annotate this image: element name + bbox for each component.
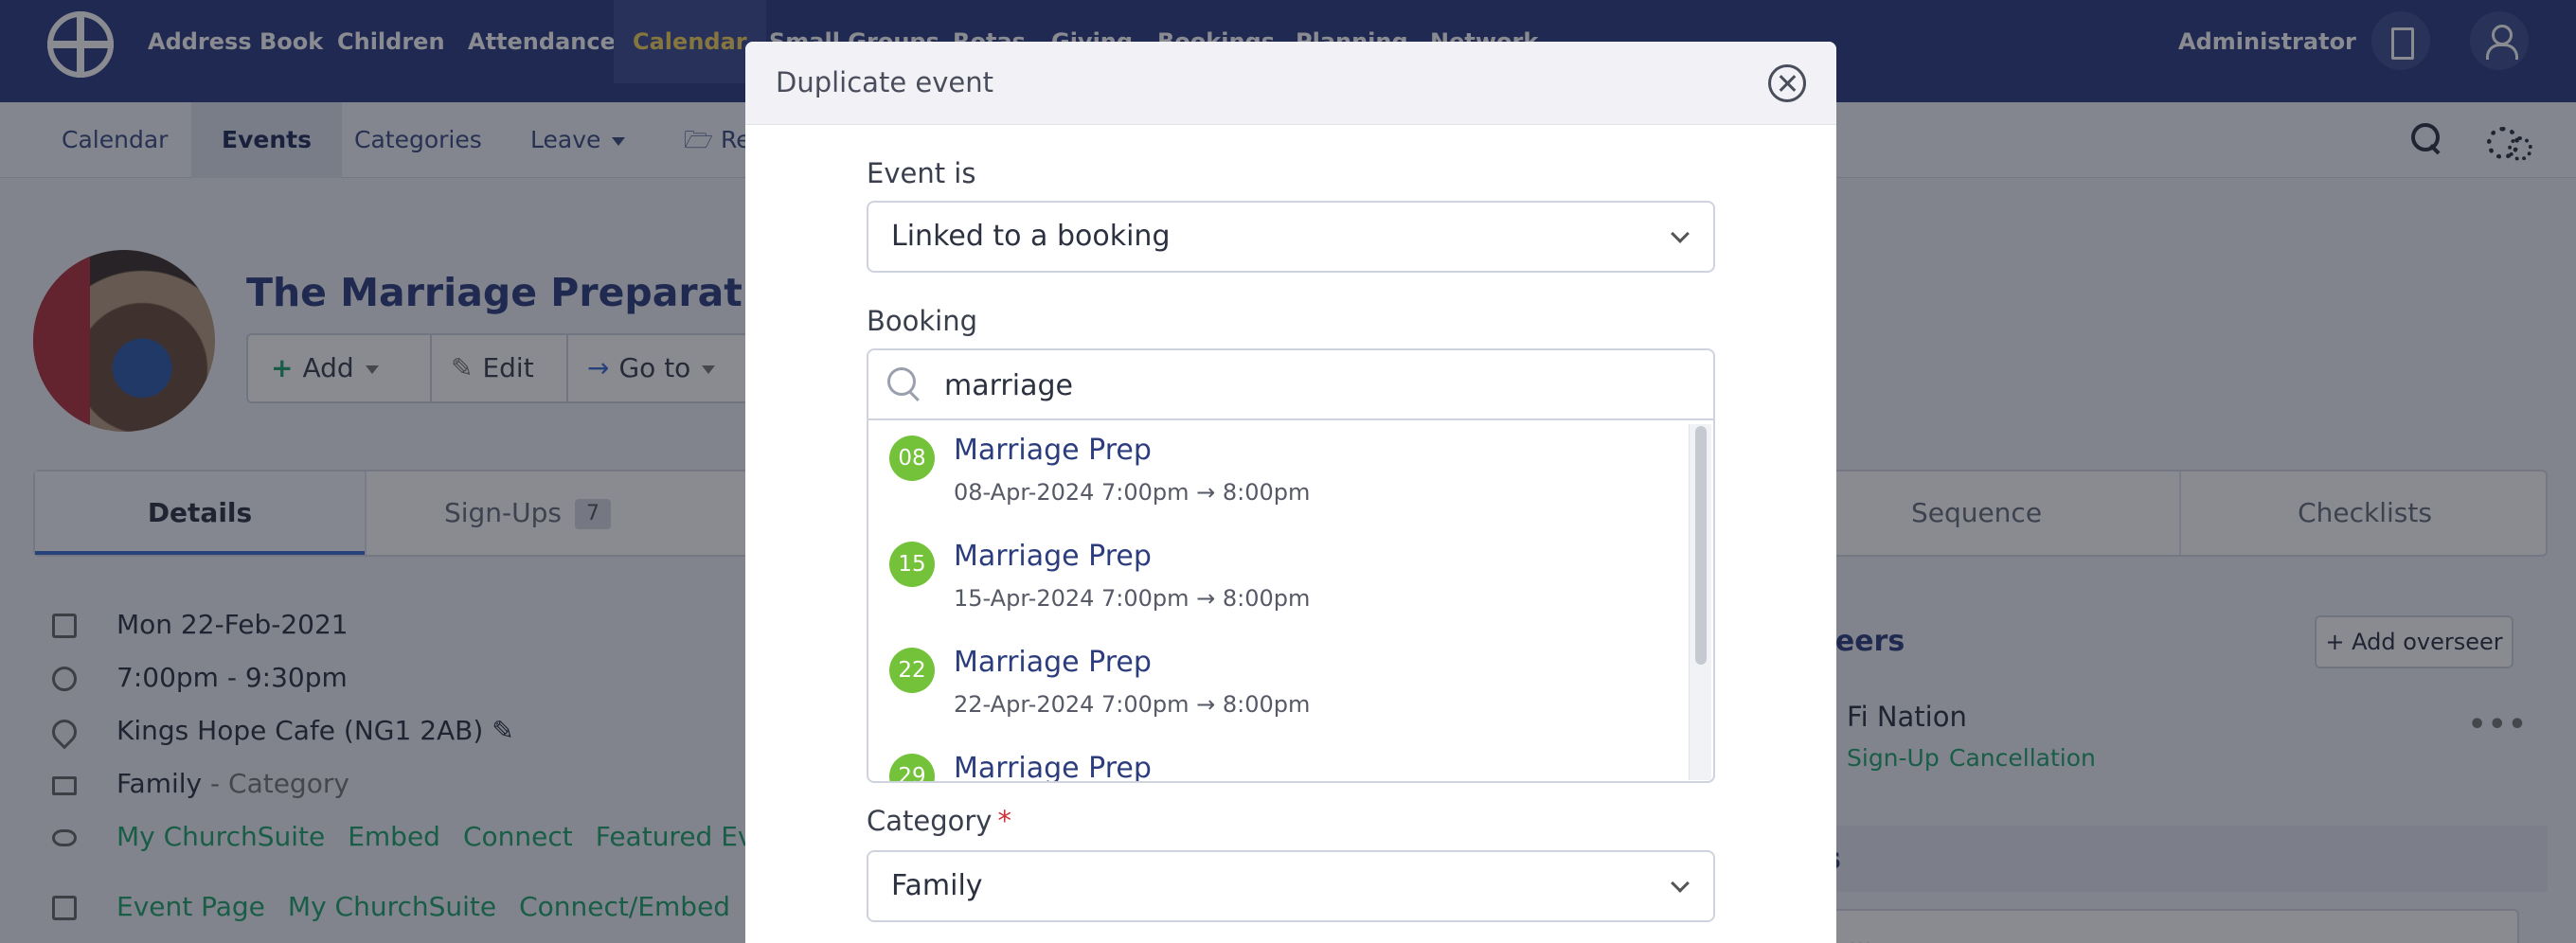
event-is-value: Linked to a booking (891, 220, 1171, 253)
result-date: 22-Apr-2024 7:00pm → 8:00pm (954, 691, 1311, 718)
booking-label: Booking (867, 305, 978, 337)
day-badge: 22 (889, 648, 935, 693)
search-icon (887, 367, 921, 401)
category-select[interactable]: Family (867, 850, 1715, 922)
result-date: 15-Apr-2024 7:00pm → 8:00pm (954, 585, 1311, 612)
required-marker: * (997, 805, 1011, 837)
chevron-down-icon (1671, 224, 1690, 243)
results-scrollbar[interactable] (1689, 424, 1711, 780)
day-badge: 15 (889, 542, 935, 587)
event-is-select[interactable]: Linked to a booking (867, 201, 1715, 273)
booking-result-item[interactable]: 08 Marriage Prep 08-Apr-2024 7:00pm → 8:… (868, 420, 1683, 526)
booking-result-item[interactable]: 29 Marriage Prep (868, 738, 1683, 783)
booking-result-item[interactable]: 22 Marriage Prep 22-Apr-2024 7:00pm → 8:… (868, 632, 1683, 738)
category-value: Family (891, 869, 983, 902)
booking-results-list: 08 Marriage Prep 08-Apr-2024 7:00pm → 8:… (867, 419, 1715, 783)
event-is-label: Event is (867, 157, 976, 189)
result-name: Marriage Prep (954, 752, 1152, 783)
close-icon[interactable] (1768, 64, 1806, 102)
result-name: Marriage Prep (954, 434, 1152, 467)
modal-header: Duplicate event (745, 42, 1836, 125)
scroll-thumb[interactable] (1695, 426, 1707, 665)
modal-title: Duplicate event (776, 66, 993, 98)
duplicate-event-modal: Duplicate event Event is Linked to a boo… (745, 42, 1836, 943)
booking-search-input[interactable] (944, 362, 1683, 409)
category-label: Category * (867, 805, 1011, 837)
booking-result-item[interactable]: 15 Marriage Prep 15-Apr-2024 7:00pm → 8:… (868, 526, 1683, 632)
result-name: Marriage Prep (954, 646, 1152, 679)
day-badge: 08 (889, 436, 935, 481)
category-label-text: Category (867, 805, 993, 837)
day-badge: 29 (889, 754, 935, 781)
booking-search[interactable] (867, 348, 1715, 420)
chevron-down-icon (1671, 874, 1690, 893)
result-name: Marriage Prep (954, 540, 1152, 573)
result-date: 08-Apr-2024 7:00pm → 8:00pm (954, 479, 1311, 506)
